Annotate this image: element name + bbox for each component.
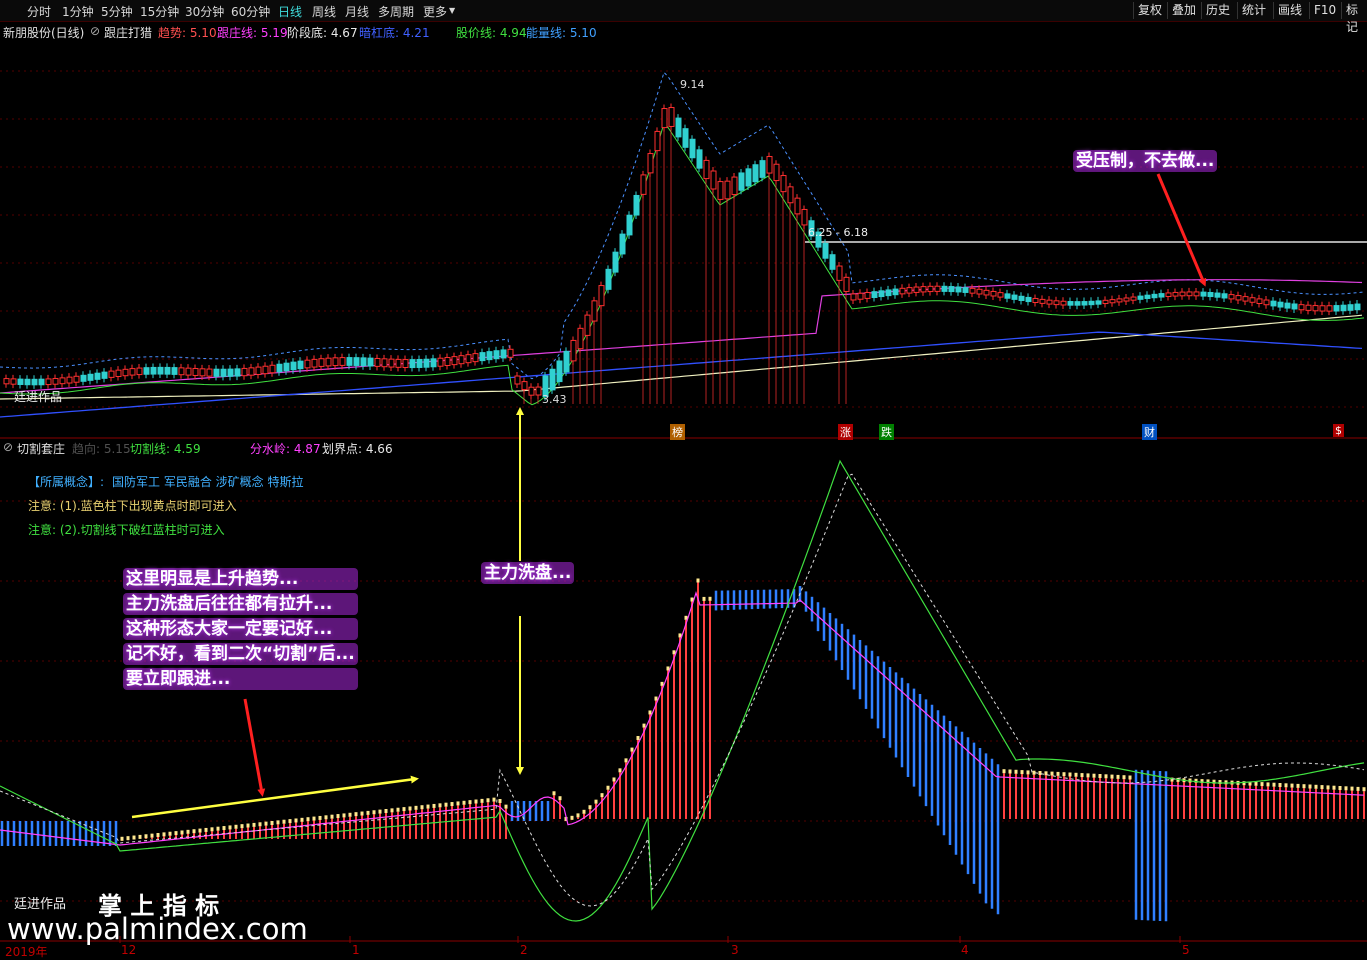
statistics-button[interactable]: 统计 bbox=[1237, 2, 1270, 19]
xaxis-label-year: 2019年 bbox=[5, 945, 48, 959]
annotation-line: 这里明显是上升趋势... bbox=[123, 568, 358, 590]
period-tab-5min[interactable]: 5分钟 bbox=[101, 3, 133, 20]
period-tab-monthly[interactable]: 月线 bbox=[345, 3, 369, 20]
low-price-label: 3.43 bbox=[542, 393, 567, 406]
xaxis-label-jan: 1 bbox=[352, 943, 360, 957]
annotation-pressure: 受压制，不去做... bbox=[1073, 150, 1218, 172]
event-marker-up[interactable]: 涨 bbox=[838, 424, 853, 440]
annotation-line: 记不好，看到二次“切割”后... bbox=[123, 643, 358, 665]
history-button[interactable]: 历史 bbox=[1201, 2, 1234, 19]
period-tab-multi[interactable]: 多周期 bbox=[378, 3, 414, 20]
event-marker-dollar[interactable]: $ bbox=[1333, 424, 1344, 437]
resistance-level-label: 6.25 - 6.18 bbox=[808, 226, 868, 239]
xaxis-label-mar: 3 bbox=[731, 943, 739, 957]
concept-label: 【所属概念】: bbox=[28, 475, 105, 489]
period-tab-15min[interactable]: 15分钟 bbox=[140, 3, 179, 20]
period-tab-60min[interactable]: 60分钟 bbox=[231, 3, 270, 20]
sub-indicator-name: 切割套庄 bbox=[17, 442, 66, 456]
mark-button[interactable]: 标记 bbox=[1341, 2, 1367, 34]
xaxis-label-may: 5 bbox=[1182, 943, 1190, 957]
period-tab-more[interactable]: 更多 bbox=[423, 3, 447, 20]
sub-value-cut-line: 切割线: 4.59 bbox=[130, 442, 201, 456]
period-tab-daily[interactable]: 日线 bbox=[278, 3, 302, 20]
annotation-trend-block: 这里明显是上升趋势... 主力洗盘后往往都有拉升... 这种形态大家一定要记好.… bbox=[123, 568, 358, 690]
sub-indicator-toggle-icon[interactable]: ⊘ bbox=[3, 440, 13, 454]
sub-value-watershed: 分水岭: 4.87 bbox=[250, 442, 321, 456]
f10-button[interactable]: F10 bbox=[1309, 2, 1340, 19]
draw-line-button[interactable]: 画线 bbox=[1273, 2, 1306, 19]
event-marker-down[interactable]: 跌 bbox=[879, 424, 894, 440]
event-marker-finance[interactable]: 财 bbox=[1142, 424, 1157, 440]
dropdown-arrow-icon: ▼ bbox=[449, 6, 456, 15]
main-author-label: 廷进作品 bbox=[14, 390, 63, 404]
period-toolbar: 分时 1分钟 5分钟 15分钟 30分钟 60分钟 日线 周线 月线 多周期 更… bbox=[0, 0, 1367, 34]
xaxis-label-dec: 12 bbox=[121, 943, 137, 957]
period-tab-30min[interactable]: 30分钟 bbox=[185, 3, 224, 20]
high-price-label: 9.14 bbox=[680, 78, 705, 91]
event-marker-list[interactable]: 榜 bbox=[670, 424, 685, 440]
concept-value: 国防军工 军民融合 涉矿概念 特斯拉 bbox=[112, 475, 304, 489]
xaxis-label-feb: 2 bbox=[520, 943, 528, 957]
annotation-line: 这种形态大家一定要记好... bbox=[123, 618, 358, 640]
note-line-2: 注意: (2).切割线下破红蓝柱时可进入 bbox=[28, 523, 225, 537]
period-tab-1min[interactable]: 1分钟 bbox=[62, 3, 94, 20]
annotation-wash: 主力洗盘... bbox=[481, 562, 575, 584]
restore-rights-button[interactable]: 复权 bbox=[1133, 2, 1166, 19]
annotation-line: 主力洗盘后往往都有拉升... bbox=[123, 593, 358, 615]
annotation-line: 要立即跟进... bbox=[123, 668, 358, 690]
sub-value-trend: 趋向: 5.15 bbox=[72, 442, 131, 456]
sub-value-boundary: 划界点: 4.66 bbox=[322, 442, 393, 456]
note-line-1: 注意: (1).蓝色柱下出现黄点时即可进入 bbox=[28, 499, 237, 513]
sub-author-label: 廷进作品 bbox=[14, 897, 67, 912]
xaxis-label-apr: 4 bbox=[961, 943, 969, 957]
watermark-url: www.palmindex.com bbox=[7, 912, 308, 946]
period-tab-intraday[interactable]: 分时 bbox=[27, 3, 51, 20]
overlay-button[interactable]: 叠加 bbox=[1167, 2, 1200, 19]
period-tab-weekly[interactable]: 周线 bbox=[312, 3, 336, 20]
